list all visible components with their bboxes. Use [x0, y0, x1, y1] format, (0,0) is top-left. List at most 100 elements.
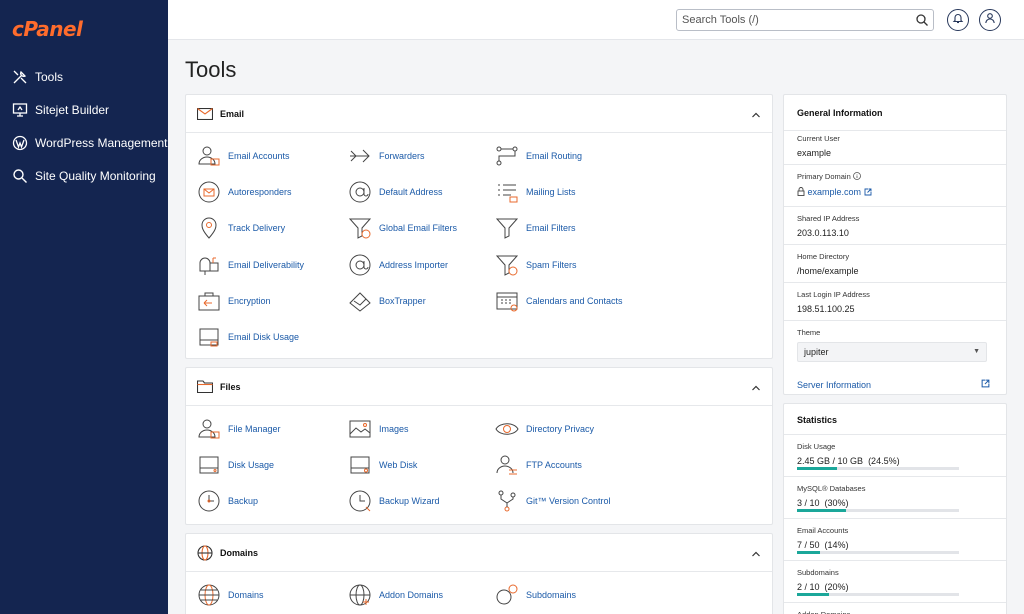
tool-domains[interactable]: Domains [196, 582, 264, 608]
tool-mailing-lists[interactable]: Mailing Lists [494, 179, 576, 205]
tool-email-disk-usage[interactable]: Email Disk Usage [196, 324, 299, 350]
folder-icon [196, 379, 214, 395]
user-mail-icon [196, 143, 222, 169]
tool-directory-privacy[interactable]: Directory Privacy [494, 416, 594, 442]
tool-git-version-control[interactable]: Git™ Version Control [494, 488, 611, 514]
email-section-header[interactable]: Email [186, 95, 772, 133]
sidebar-item-label: Site Quality Monitoring [35, 168, 156, 183]
tool-file-manager[interactable]: File Manager [196, 416, 281, 442]
usage-progress-bar [797, 467, 959, 470]
tool-email-accounts[interactable]: Email Accounts [196, 143, 290, 169]
stat-label: Disk Usage [797, 442, 836, 451]
at-sign-icon [347, 179, 373, 205]
domains-section: Domains Domains Addon Domains Subdomains [185, 533, 773, 614]
files-section: Files File Manager Images Directory Priv… [185, 367, 773, 525]
topbar [168, 0, 1024, 40]
eye-icon [494, 416, 520, 442]
search-icon[interactable] [915, 13, 929, 27]
stat-row[interactable]: Email Accounts 7 / 50 (14%) [784, 518, 1006, 560]
tool-images[interactable]: Images [347, 416, 409, 442]
domains-section-header[interactable]: Domains [186, 534, 772, 572]
tool-calendars-contacts[interactable]: Calendars and Contacts [494, 288, 623, 314]
tool-global-email-filters[interactable]: Global Email Filters [347, 215, 457, 241]
section-title: Domains [220, 547, 259, 558]
theme-select[interactable]: jupiter ▼ [797, 342, 987, 362]
bell-icon [952, 11, 964, 29]
chevron-up-icon[interactable] [750, 381, 762, 393]
cpanel-logo[interactable]: cPanel [12, 17, 83, 41]
tool-web-disk[interactable]: Web Disk [347, 452, 417, 478]
encryption-icon [196, 288, 222, 314]
tool-default-address[interactable]: Default Address [347, 179, 443, 205]
tool-disk-usage[interactable]: Disk Usage [196, 452, 274, 478]
sidebar-item-sitejet[interactable]: Sitejet Builder [0, 93, 168, 126]
sidebar-item-site-quality[interactable]: Site Quality Monitoring [0, 159, 168, 192]
disk-icon [196, 452, 222, 478]
list-icon [494, 179, 520, 205]
section-title: Email [220, 108, 245, 119]
server-info-row: Server Information [784, 370, 1006, 394]
primary-domain-link[interactable]: example.com [808, 187, 862, 197]
external-link-icon[interactable] [981, 375, 990, 393]
tool-email-deliverability[interactable]: Email Deliverability [196, 252, 304, 278]
tool-backup-wizard[interactable]: Backup Wizard [347, 488, 440, 514]
tool-forwarders[interactable]: Forwarders [347, 143, 425, 169]
info-icon[interactable] [852, 172, 861, 182]
chevron-up-icon[interactable] [750, 547, 762, 559]
sidebar-item-label: Tools [35, 69, 64, 84]
email-section: Email Email Accounts Forwarders Email Ro… [185, 94, 773, 359]
git-icon [494, 488, 520, 514]
files-section-header[interactable]: Files [186, 368, 772, 406]
external-link-icon[interactable] [864, 188, 872, 198]
tool-ftp-accounts[interactable]: FTP Accounts [494, 452, 582, 478]
sidebar-item-wordpress[interactable]: WordPress Management [0, 126, 168, 159]
sidebar-item-label: WordPress Management [35, 135, 168, 150]
tool-backup[interactable]: Backup [196, 488, 258, 514]
tool-addon-domains[interactable]: Addon Domains [347, 582, 443, 608]
at-sign-import-icon [347, 252, 373, 278]
sidebar-item-label: Sitejet Builder [35, 102, 110, 117]
home-directory-row: Home Directory /home/example [784, 244, 1006, 282]
stat-value: 7 / 50 (14%) [797, 540, 849, 550]
sidebar-nav: Tools Sitejet Builder WordPress Manageme… [0, 60, 168, 192]
notifications-button[interactable] [947, 9, 969, 31]
tool-autoresponders[interactable]: Autoresponders [196, 179, 292, 205]
stat-label: Addon Domains [797, 603, 993, 614]
stat-label: MySQL® Databases [797, 484, 866, 493]
sidebar-item-tools[interactable]: Tools [0, 60, 168, 93]
stat-row[interactable]: MySQL® Databases 3 / 10 (30%) [784, 476, 1006, 518]
stat-row[interactable]: Addon Domains1 / 10 (10%) [784, 602, 1006, 614]
routing-icon [494, 143, 520, 169]
last-login-row: Last Login IP Address 198.51.100.25 [784, 282, 1006, 320]
filter-icon [494, 215, 520, 241]
server-information-link[interactable]: Server Information [797, 380, 871, 390]
stat-value: 2 / 10 (20%) [797, 582, 849, 592]
stat-label: Subdomains [797, 568, 839, 577]
globe-filter-icon [347, 215, 373, 241]
tool-boxtrapper[interactable]: BoxTrapper [347, 288, 426, 314]
globe-icon [196, 582, 222, 608]
tool-encryption[interactable]: Encryption [196, 288, 271, 314]
search-input[interactable] [677, 10, 907, 30]
tool-email-filters[interactable]: Email Filters [494, 215, 576, 241]
tool-subdomains[interactable]: Subdomains [494, 582, 576, 608]
boxtrapper-icon [347, 288, 373, 314]
tool-track-delivery[interactable]: Track Delivery [196, 215, 285, 241]
search-box [676, 9, 934, 31]
stat-label: Email Accounts [797, 526, 849, 535]
tool-address-importer[interactable]: Address Importer [347, 252, 448, 278]
card-title: General Information [797, 108, 883, 118]
backup-wizard-icon [347, 488, 373, 514]
spam-filter-icon [494, 252, 520, 278]
user-menu-button[interactable] [979, 9, 1001, 31]
theme-row: Theme jupiter ▼ [784, 320, 1006, 370]
chevron-up-icon[interactable] [750, 108, 762, 120]
tool-email-routing[interactable]: Email Routing [494, 143, 582, 169]
section-title: Files [220, 381, 241, 392]
image-icon [347, 416, 373, 442]
file-manager-icon [196, 416, 222, 442]
tool-spam-filters[interactable]: Spam Filters [494, 252, 577, 278]
general-information-card: General Information Current User example… [783, 94, 1007, 395]
stat-row[interactable]: Disk Usage 2.45 GB / 10 GB (24.5%) [784, 434, 1006, 476]
stat-row[interactable]: Subdomains 2 / 10 (20%) [784, 560, 1006, 602]
